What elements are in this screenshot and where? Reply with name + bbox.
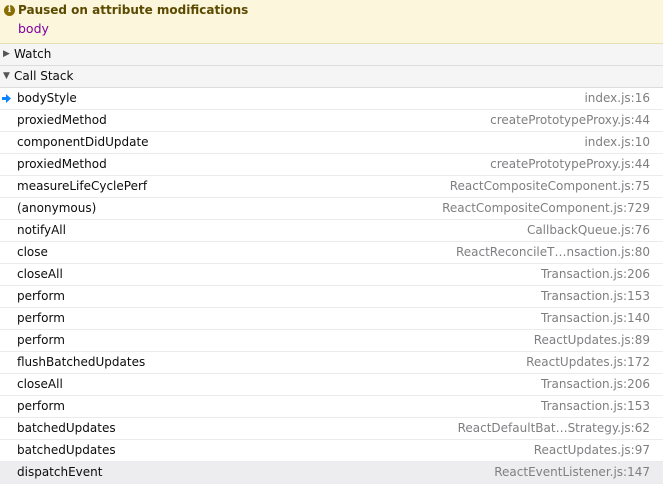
frame-location: ReactCompositeComponent.js:75 <box>449 179 650 193</box>
frame-function-name: batchedUpdates <box>17 421 116 435</box>
call-stack-section-header[interactable]: ▼ Call Stack <box>0 66 663 88</box>
frame-location: ReactCompositeComponent.js:729 <box>442 201 650 215</box>
call-stack-frame[interactable]: perform Transaction.js:140 <box>0 308 663 330</box>
collapse-triangle-icon: ▼ <box>3 71 10 81</box>
frame-location: ReactUpdates.js:172 <box>526 355 650 369</box>
frame-location: index.js:10 <box>584 135 650 149</box>
paused-target[interactable]: body <box>18 21 49 36</box>
current-frame-arrow-icon <box>2 94 11 103</box>
frame-function-name: perform <box>17 399 65 413</box>
frame-location: ReactUpdates.js:89 <box>533 333 650 347</box>
paused-title: Paused on attribute modifications <box>18 3 249 17</box>
call-stack-frame[interactable]: batchedUpdates ReactUpdates.js:97 <box>0 440 663 462</box>
call-stack-label: Call Stack <box>14 69 74 83</box>
frame-location: index.js:16 <box>584 91 650 105</box>
expand-triangle-icon: ▶ <box>3 49 10 59</box>
call-stack-frame[interactable]: closeAll Transaction.js:206 <box>0 374 663 396</box>
frame-function-name: measureLifeCyclePerf <box>17 179 148 193</box>
frame-function-name: perform <box>17 311 65 325</box>
call-stack-frame[interactable]: bodyStyle index.js:16 <box>0 88 663 110</box>
frame-location: createPrototypeProxy.js:44 <box>490 113 650 127</box>
frame-location: Transaction.js:153 <box>541 289 650 303</box>
call-stack-frame[interactable]: proxiedMethod createPrototypeProxy.js:44 <box>0 110 663 132</box>
call-stack-frame[interactable]: batchedUpdates ReactDefaultBat…Strategy.j… <box>0 418 663 440</box>
frame-function-name: perform <box>17 289 65 303</box>
frame-function-name: (anonymous) <box>17 201 97 215</box>
frame-function-name: closeAll <box>17 377 63 391</box>
call-stack-frame[interactable]: notifyAll CallbackQueue.js:76 <box>0 220 663 242</box>
watch-section-header[interactable]: ▶ Watch <box>0 44 663 66</box>
frame-location: ReactReconcileT…nsaction.js:80 <box>455 245 650 259</box>
call-stack-frame[interactable]: perform Transaction.js:153 <box>0 396 663 418</box>
frame-location: Transaction.js:206 <box>541 377 650 391</box>
call-stack-frame[interactable]: componentDidUpdate index.js:10 <box>0 132 663 154</box>
call-stack-frame[interactable]: flushBatchedUpdates ReactUpdates.js:172 <box>0 352 663 374</box>
frame-function-name: notifyAll <box>17 223 66 237</box>
frame-location: createPrototypeProxy.js:44 <box>490 157 650 171</box>
frame-function-name: perform <box>17 333 65 347</box>
call-stack-frame[interactable]: perform Transaction.js:153 <box>0 286 663 308</box>
call-stack-frame[interactable]: perform ReactUpdates.js:89 <box>0 330 663 352</box>
frame-location: ReactDefaultBat…Strategy.js:62 <box>457 421 650 435</box>
frame-function-name: close <box>17 245 48 259</box>
frame-function-name: flushBatchedUpdates <box>17 355 146 369</box>
call-stack-frame[interactable]: (anonymous) ReactCompositeComponent.js:72… <box>0 198 663 220</box>
frame-function-name: batchedUpdates <box>17 443 116 457</box>
frame-function-name: proxiedMethod <box>17 157 107 171</box>
call-stack-frame[interactable]: dispatchEvent ReactEventListener.js:147 <box>0 462 663 484</box>
call-stack-frame[interactable]: close ReactReconcileT…nsaction.js:80 <box>0 242 663 264</box>
paused-banner: i Paused on attribute modifications body <box>0 0 663 44</box>
frame-function-name: componentDidUpdate <box>17 135 149 149</box>
frame-location: Transaction.js:140 <box>541 311 650 325</box>
frame-function-name: bodyStyle <box>17 91 77 105</box>
frame-location: Transaction.js:153 <box>541 399 650 413</box>
frame-location: ReactUpdates.js:97 <box>533 443 650 457</box>
call-stack-frame[interactable]: measureLifeCyclePerf ReactCompositeCompon… <box>0 176 663 198</box>
call-stack-frame[interactable]: proxiedMethod createPrototypeProxy.js:44 <box>0 154 663 176</box>
frame-location: Transaction.js:206 <box>541 267 650 281</box>
call-stack-frame[interactable]: closeAll Transaction.js:206 <box>0 264 663 286</box>
watch-label: Watch <box>14 47 52 61</box>
frame-function-name: proxiedMethod <box>17 113 107 127</box>
frame-location: CallbackQueue.js:76 <box>526 223 650 237</box>
frame-function-name: closeAll <box>17 267 63 281</box>
info-icon: i <box>4 5 15 16</box>
